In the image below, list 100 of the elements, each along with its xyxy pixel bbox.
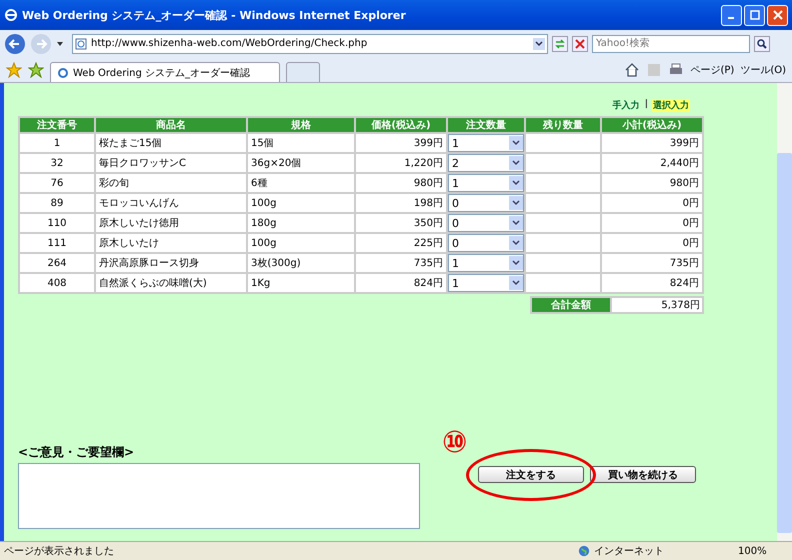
table-cell: 原木しいたけ徳用	[96, 214, 246, 232]
table-cell: 399円	[356, 134, 446, 152]
browser-tab[interactable]: Web Ordering システム_オーダー確認	[50, 62, 280, 82]
maximize-icon	[750, 10, 760, 20]
quantity-select[interactable]: 2	[448, 154, 524, 172]
search-field[interactable]: Yahoo!検索	[592, 34, 750, 52]
table-cell: 彩の旬	[96, 174, 246, 192]
quantity-select[interactable]: 0	[448, 214, 524, 232]
command-menu[interactable]: ツール(O)	[740, 63, 786, 77]
table-cell: 1Kg	[248, 274, 354, 292]
scrollbar[interactable]	[777, 83, 792, 541]
table-cell: 0円	[602, 194, 702, 212]
home-icon[interactable]	[624, 62, 640, 78]
action-button[interactable]: 買い物を続ける	[590, 466, 696, 483]
step-number: ⑩	[442, 428, 468, 458]
dropdown-icon	[509, 176, 523, 190]
table-cell: 408	[20, 274, 94, 292]
table-cell: 1	[20, 134, 94, 152]
status-text: ページが表示されました	[4, 544, 114, 558]
column-header: 価格(税込み)	[356, 118, 446, 132]
dropdown-icon	[509, 136, 523, 150]
maximize-button[interactable]	[744, 4, 765, 26]
close-button[interactable]	[767, 4, 788, 26]
table-cell: 0円	[602, 214, 702, 232]
quantity-select[interactable]: 0	[448, 194, 524, 212]
table-cell: 76	[20, 174, 94, 192]
address-field[interactable]: http://www.shizenha-web.com/WebOrdering/Check.php	[72, 34, 548, 54]
table-cell: 3枚(300g)	[248, 254, 354, 272]
refresh-icon[interactable]	[552, 36, 568, 52]
globe-icon	[578, 545, 590, 557]
star-add-icon[interactable]	[28, 62, 44, 78]
dropdown-icon[interactable]	[533, 38, 545, 50]
close-icon	[772, 10, 782, 20]
table-cell: 原木しいたけ	[96, 234, 246, 252]
zone-text: インターネット	[594, 545, 665, 558]
table-cell: 2,440円	[602, 154, 702, 172]
minimize-button[interactable]	[721, 4, 742, 26]
input-mode-link[interactable]: 選択入力	[652, 99, 690, 112]
table-cell: 735円	[602, 254, 702, 272]
comments-field[interactable]	[18, 463, 420, 529]
table-cell: 111	[20, 234, 94, 252]
back-icon[interactable]	[4, 32, 26, 54]
quantity-select[interactable]: 1	[448, 254, 524, 272]
table-cell: 110	[20, 214, 94, 232]
dropdown-icon	[509, 276, 523, 290]
table-cell: 1,220円	[356, 154, 446, 172]
table-cell: 980円	[602, 174, 702, 192]
table-cell: 36g×20個	[248, 154, 354, 172]
page-icon	[75, 38, 87, 50]
browser-icon	[4, 8, 18, 22]
quantity-select[interactable]: 1	[448, 174, 524, 192]
table-cell: 32	[20, 154, 94, 172]
quantity-select[interactable]: 0	[448, 234, 524, 252]
table-cell: 毎日クロワッサンC	[96, 154, 246, 172]
table-cell: 350円	[356, 214, 446, 232]
dropdown-icon	[509, 256, 523, 270]
table-cell: 100g	[248, 194, 354, 212]
table-cell: 自然派くらぶの味噌(大)	[96, 274, 246, 292]
table-cell: 735円	[356, 254, 446, 272]
column-header: 規格	[248, 118, 354, 132]
dropdown-icon[interactable]	[56, 40, 64, 48]
table-cell: 264	[20, 254, 94, 272]
star-icon[interactable]	[6, 62, 22, 78]
column-header: 小計(税込み)	[602, 118, 702, 132]
table-cell: 824円	[356, 274, 446, 292]
table-cell: 225円	[356, 234, 446, 252]
url-text: http://www.shizenha-web.com/WebOrdering/Check.php	[91, 38, 368, 49]
separator-text: |	[644, 99, 648, 111]
input-mode-link[interactable]: 手入力	[612, 99, 641, 112]
action-button[interactable]: 注文をする	[478, 466, 584, 483]
new-tab-button[interactable]	[286, 62, 320, 82]
table-cell: 6種	[248, 174, 354, 192]
stop-icon[interactable]	[572, 36, 588, 52]
table-cell: 180g	[248, 214, 354, 232]
table-cell: 198円	[356, 194, 446, 212]
table-cell: 桜たまご15個	[96, 134, 246, 152]
table-cell: モロッコいんげん	[96, 194, 246, 212]
table-cell: 399円	[602, 134, 702, 152]
dropdown-icon	[509, 156, 523, 170]
table-cell: 980円	[356, 174, 446, 192]
command-menu[interactable]: ページ(P)	[690, 63, 734, 77]
table-cell: 15個	[248, 134, 354, 152]
quantity-select[interactable]: 1	[448, 274, 524, 292]
column-header: 注文数量	[448, 118, 524, 132]
search-icon[interactable]	[754, 36, 770, 52]
column-header: 注文番号	[20, 118, 94, 132]
dropdown-icon	[509, 216, 523, 230]
total-value: 5,378円	[612, 298, 702, 312]
total-label: 合計金額	[532, 298, 610, 312]
dropdown-icon	[509, 236, 523, 250]
page-icon	[57, 66, 69, 78]
table-cell: 100g	[248, 234, 354, 252]
table-cell: 0円	[602, 234, 702, 252]
table-cell: 824円	[602, 274, 702, 292]
minimize-icon	[728, 17, 734, 19]
window-title: Web Ordering システム_オーダー確認 - Windows Internet Explorer	[22, 8, 407, 22]
column-header: 商品名	[96, 118, 246, 132]
quantity-select[interactable]: 1	[448, 134, 524, 152]
column-header: 残り数量	[526, 118, 600, 132]
zoom-level[interactable]: 100%	[738, 546, 788, 556]
